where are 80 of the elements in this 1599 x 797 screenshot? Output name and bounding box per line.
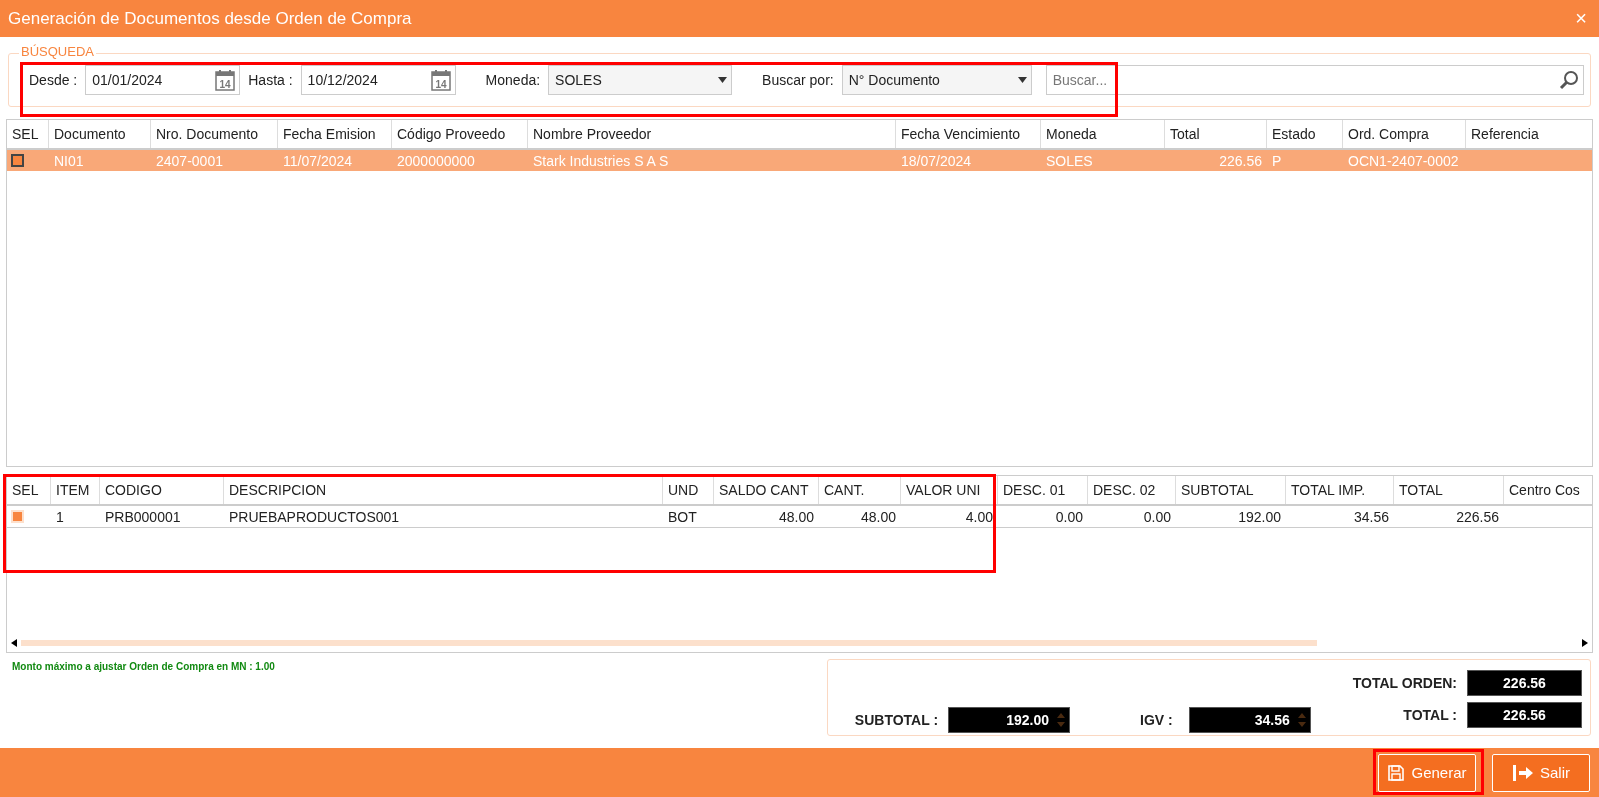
table-cell-text: 48.00 [777,508,815,525]
search-by-label: Buscar por: [762,72,834,88]
exit-icon [1512,763,1534,782]
column-header[interactable]: UND [663,476,714,504]
table-cell-text: PRUEBAPRODUCTOS001 [228,508,401,525]
table-cell-text: 0.00 [1142,508,1172,525]
checkbox[interactable] [11,154,24,167]
column-header[interactable]: DESC. 02 [1088,476,1176,504]
info-note: Monto máximo a ajustar Orden de Compra en MN : 1.00 [12,661,275,674]
table-cell-text: BOT [667,508,698,525]
table-cell-text: 226.56 [1218,152,1263,169]
table-cell-text: 2000000000 [396,152,476,169]
currency-label: Moneda: [485,72,541,88]
subtotal-label: SUBTOTAL : [854,712,939,728]
table-cell-text: PRB000001 [104,508,182,525]
scroll-right-icon[interactable] [1582,639,1588,647]
calendar-icon[interactable]: 14 [430,69,451,91]
caret-icon [718,77,728,83]
from-date-field[interactable]: 01/01/2024 14 [85,65,241,95]
column-header[interactable]: Documento [49,120,151,148]
currency-dropdown[interactable]: SOLES [548,65,733,95]
table-cell-text: NI01 [53,152,85,169]
total-label: TOTAL : [1403,706,1457,723]
search-by-dropdown[interactable]: N° Documento [841,65,1032,95]
column-header[interactable]: CANT. [819,476,901,504]
table-cell-text: P [1271,152,1283,169]
to-date-field[interactable]: 10/12/2024 14 [300,65,456,95]
column-header[interactable]: Código Proveedo [392,120,528,148]
table-cell-text: 18/07/2024 [900,152,973,169]
subtotal-field[interactable]: 192.00 [948,707,1071,733]
column-header[interactable]: ITEM [51,476,100,504]
column-header[interactable]: Nombre Proveedor [528,120,896,148]
from-label: Desde : [29,72,78,88]
column-header[interactable]: SEL [7,120,49,148]
search-field[interactable]: Buscar... [1045,65,1584,95]
scroll-left-icon[interactable] [11,639,17,647]
caret-icon [1017,77,1027,83]
column-header[interactable]: Nro. Documento [151,120,278,148]
column-header[interactable]: SEL [7,476,51,504]
column-header[interactable]: Fecha Emision [278,120,392,148]
column-header[interactable]: Moneda [1041,120,1165,148]
table-cell-text: 34.56 [1352,508,1390,525]
column-header[interactable]: Centro Cos [1504,476,1592,504]
table-cell-text: SOLES [1045,152,1094,169]
order-total-label: TOTAL ORDEN: [1352,674,1457,691]
table-cell-text: 48.00 [859,508,897,525]
column-header[interactable]: SUBTOTAL [1176,476,1286,504]
column-header[interactable]: Total [1165,120,1267,148]
column-header[interactable]: VALOR UNI [901,476,998,504]
column-header[interactable]: Ord. Compra [1343,120,1466,148]
table-cell-text: OCN1-2407-0002 [1347,152,1460,169]
scrollbar-thumb[interactable] [21,640,1317,646]
column-header[interactable]: TOTAL IMP. [1286,476,1394,504]
column-header[interactable]: DESC. 01 [998,476,1088,504]
column-header[interactable]: TOTAL [1394,476,1504,504]
column-header[interactable]: Fecha Vencimiento [896,120,1041,148]
igv-field[interactable]: 34.56 [1188,707,1311,733]
total-field: 226.56 [1467,701,1582,728]
calendar-icon[interactable]: 14 [215,69,236,91]
table-row[interactable]: 1 PRB000001 PRUEBAPRODUCTOS001 BOT 48.00 48.00 4.00 0.00 0.00 192.00 34.56 226.56 [7,506,1592,528]
table-cell-text: 226.56 [1455,508,1500,525]
table-cell-text: 0.00 [1054,508,1084,525]
order-total-field: 226.56 [1467,669,1582,696]
to-label: Hasta : [248,72,293,88]
column-header[interactable]: Estado [1267,120,1343,148]
igv-label: IGV : [1140,712,1173,728]
table-cell-text: 11/07/2024 [282,152,354,169]
column-header[interactable]: Referencia [1466,120,1592,148]
table-cell-text: 4.00 [964,508,994,525]
table-cell-text: 1 [55,508,65,525]
window-title: Generación de Documentos desde Orden de Compra [8,8,412,29]
group-legend: BÚSQUEDA [19,44,96,59]
column-header[interactable]: CODIGO [100,476,224,504]
table-cell-text: 2407-0001 [155,152,224,169]
column-header[interactable]: SALDO CANT [714,476,819,504]
save-icon [1387,763,1406,782]
column-header[interactable]: DESCRIPCION [224,476,663,504]
table-cell-text: Stark Industries S A S [532,152,670,169]
table-cell-text: 192.00 [1237,508,1282,525]
search-icon[interactable] [1559,70,1579,90]
